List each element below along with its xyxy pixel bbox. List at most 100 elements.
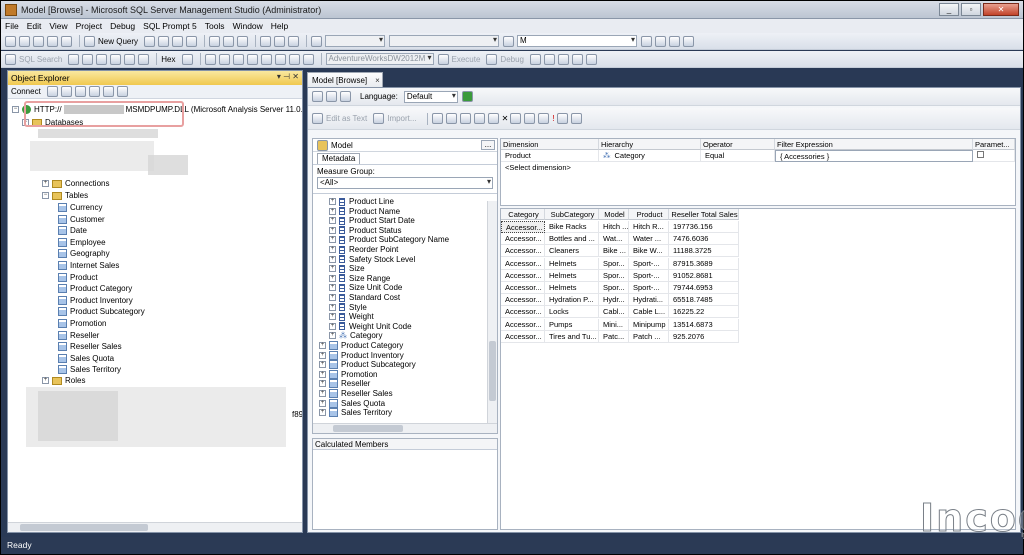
expand-icon[interactable]: + — [329, 236, 336, 244]
browser-icon[interactable] — [340, 91, 351, 102]
toolbar-icon-h[interactable] — [218, 53, 230, 65]
query-icon-1[interactable] — [144, 35, 156, 47]
toolbar-icon-d[interactable] — [110, 53, 122, 65]
result-cell[interactable]: Hydration P... — [545, 294, 599, 307]
new-project-icon[interactable] — [5, 35, 16, 47]
new-query-button[interactable]: New Query — [98, 37, 138, 46]
result-cell[interactable]: Accessor... — [501, 257, 545, 270]
close-tab-icon[interactable]: × — [375, 76, 380, 85]
menu-file[interactable]: File — [5, 21, 19, 31]
debug-icon[interactable] — [486, 53, 498, 65]
filter-hierarchy-cell[interactable]: ⁂ Category — [599, 150, 701, 162]
excel-icon[interactable] — [461, 91, 473, 102]
toolbar-icon-j[interactable] — [246, 53, 258, 65]
toolbar-icon-g[interactable] — [204, 53, 216, 65]
menu-debug[interactable]: Debug — [110, 21, 135, 31]
expand-icon[interactable]: + — [319, 390, 326, 397]
query-tool-5[interactable] — [487, 113, 499, 124]
measure-group-combo[interactable]: <All> — [317, 177, 493, 189]
result-cell[interactable]: 79744.6953 — [669, 282, 739, 294]
metadata-horizontal-scrollbar[interactable] — [313, 423, 497, 433]
result-cell[interactable]: Accessor... — [501, 306, 545, 319]
toolbar-icon-a[interactable] — [68, 53, 80, 65]
platform-combo[interactable] — [389, 35, 500, 47]
model-picker-button[interactable]: ... — [481, 140, 495, 150]
disconnect-icon[interactable] — [60, 86, 72, 97]
toolbar-icon-m[interactable] — [288, 53, 300, 65]
expand-icon[interactable]: + — [319, 351, 326, 359]
table-node-employee[interactable]: Employee — [58, 237, 106, 248]
result-cell[interactable]: Bike Racks — [545, 221, 599, 233]
result-header[interactable]: Model — [599, 209, 629, 220]
toolbar-icon-c[interactable] — [96, 53, 108, 65]
debug-button[interactable]: Debug — [500, 55, 524, 64]
connect-db-icon[interactable] — [46, 86, 58, 97]
execute-button[interactable]: Execute — [452, 55, 481, 64]
query-icon-4[interactable] — [186, 35, 198, 47]
close-button[interactable]: ✕ — [983, 3, 1019, 16]
result-cell[interactable]: 7476.6036 — [669, 233, 739, 246]
table-node-product-inventory[interactable]: Product Inventory — [58, 295, 133, 306]
result-cell[interactable]: 65518.7485 — [669, 294, 739, 307]
result-header[interactable]: Reseller Total Sales — [669, 209, 739, 220]
summary-icon[interactable] — [116, 86, 128, 97]
query-tool-8[interactable] — [538, 113, 550, 124]
expand-icon[interactable]: + — [329, 274, 336, 282]
menu-tools[interactable]: Tools — [205, 21, 225, 31]
edit-as-text-button[interactable]: Edit as Text — [326, 114, 367, 123]
result-cell[interactable]: Accessor... — [501, 269, 545, 282]
result-cell[interactable]: Patch ... — [629, 330, 669, 343]
query-tool-3[interactable] — [459, 113, 471, 124]
result-cell[interactable]: Helmets — [545, 269, 599, 282]
table-node-sales-quota[interactable]: Sales Quota — [58, 353, 114, 364]
hex-button[interactable]: Hex — [161, 55, 175, 64]
menu-sql-prompt-5[interactable]: SQL Prompt 5 — [143, 21, 197, 31]
table-node-currency[interactable]: Currency — [58, 202, 102, 213]
expand-icon[interactable]: + — [329, 265, 336, 273]
navigate-icon[interactable] — [288, 35, 300, 47]
toolbar-icon-q[interactable] — [558, 53, 569, 65]
filter-header-dimension[interactable]: Dimension — [501, 139, 599, 150]
expand-icon[interactable]: + — [329, 226, 336, 234]
result-cell[interactable]: Accessor... — [501, 221, 545, 233]
result-cell[interactable]: 91052.8681 — [669, 269, 739, 282]
result-cell[interactable]: 11188.3725 — [669, 245, 739, 258]
result-cell[interactable]: 197736.156 — [669, 221, 739, 233]
collapse-icon[interactable]: − — [42, 192, 49, 199]
expand-icon[interactable]: + — [329, 207, 336, 215]
options-icon[interactable] — [683, 35, 695, 47]
result-cell[interactable]: 13514.6873 — [669, 318, 739, 331]
expand-icon[interactable]: + — [329, 246, 336, 253]
result-cell[interactable]: Sport-... — [629, 257, 669, 270]
table-node-internet-sales[interactable]: Internet Sales — [58, 260, 119, 271]
result-cell[interactable]: Accessor... — [501, 294, 545, 307]
connections-node[interactable]: + Connections — [42, 178, 109, 189]
result-cell[interactable]: Tires and Tu... — [545, 330, 599, 343]
table-node-product-category[interactable]: Product Category — [58, 283, 132, 294]
table-node-date[interactable]: Date — [58, 225, 87, 236]
toolbar-icon-i[interactable] — [232, 53, 244, 65]
open-file-icon[interactable] — [33, 35, 44, 47]
table-node-product[interactable]: Product — [58, 272, 98, 283]
query-tool-2[interactable] — [445, 113, 457, 124]
toolbar-icon-b[interactable] — [82, 53, 94, 65]
expand-icon[interactable]: + — [42, 377, 49, 384]
table-node-sales-territory[interactable]: Sales Territory — [58, 364, 121, 375]
result-cell[interactable]: Accessor... — [501, 245, 545, 258]
tab-model-browse[interactable]: Model [Browse] × — [307, 72, 383, 87]
result-cell[interactable]: Water ... — [629, 233, 669, 246]
menu-view[interactable]: View — [49, 21, 67, 31]
query-tool-4[interactable] — [473, 113, 485, 124]
query-tool-9[interactable] — [556, 113, 568, 124]
toolbar-icon-n[interactable] — [302, 53, 314, 65]
paste-icon[interactable] — [237, 35, 249, 47]
expand-icon[interactable]: + — [319, 342, 326, 349]
result-cell[interactable]: Cleaners — [545, 245, 599, 258]
format-icon[interactable] — [181, 53, 193, 65]
result-cell[interactable]: Sport-... — [629, 269, 669, 282]
redo-icon[interactable] — [274, 35, 286, 47]
result-cell[interactable]: Cabl... — [599, 306, 629, 319]
expand-icon[interactable]: + — [329, 303, 336, 311]
result-cell[interactable]: Accessor... — [501, 318, 545, 331]
parameter-checkbox[interactable] — [977, 151, 984, 158]
